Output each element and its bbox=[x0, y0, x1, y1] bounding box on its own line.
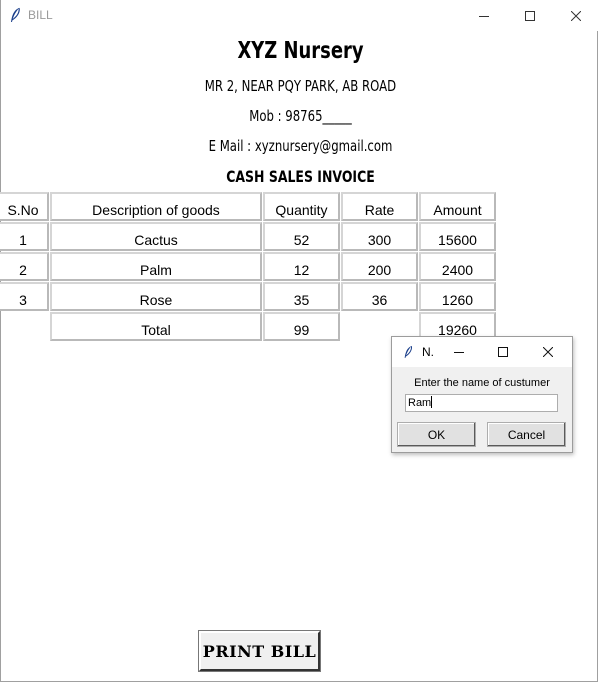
maximize-button[interactable] bbox=[507, 0, 553, 31]
header-sno: S.No bbox=[0, 192, 49, 221]
row2-amount: 2400 bbox=[419, 252, 496, 281]
total-quantity: 99 bbox=[263, 312, 340, 341]
dialog-prompt: Enter the name of custumer bbox=[414, 377, 550, 389]
dialog-title: N. bbox=[422, 345, 434, 359]
dialog-title-bar[interactable]: N. bbox=[392, 337, 572, 367]
dialog-maximize-button[interactable] bbox=[481, 337, 525, 367]
customer-name-value: Ram bbox=[408, 397, 432, 409]
row1-description: Cactus bbox=[50, 222, 262, 251]
feather-icon bbox=[11, 7, 20, 22]
text-caret bbox=[431, 396, 433, 408]
header-quantity: Quantity bbox=[263, 192, 340, 221]
customer-name-dialog: N. Enter the name of custumer Ram OK Can… bbox=[391, 336, 573, 453]
maximize-icon bbox=[498, 347, 508, 357]
row3-description: Rose bbox=[50, 282, 262, 311]
minimize-button[interactable] bbox=[461, 0, 507, 31]
close-button[interactable] bbox=[553, 0, 599, 31]
shop-mobile: Mob : 98765_____ bbox=[249, 107, 352, 125]
print-bill-button[interactable]: PRINT BILL bbox=[198, 630, 321, 672]
customer-name-input[interactable]: Ram bbox=[405, 394, 558, 412]
shop-email: E Mail : xyznursery@gmail.com bbox=[208, 137, 393, 155]
shop-name: XYZ Nursery bbox=[237, 38, 364, 64]
row3-sno: 3 bbox=[0, 282, 49, 311]
close-icon bbox=[543, 347, 553, 357]
row1-amount: 15600 bbox=[419, 222, 496, 251]
row3-quantity: 35 bbox=[263, 282, 340, 311]
title-bar[interactable]: BILL bbox=[1, 0, 599, 31]
dialog-close-button[interactable] bbox=[526, 337, 570, 367]
header-rate: Rate bbox=[341, 192, 418, 221]
ok-button[interactable]: OK bbox=[397, 422, 476, 447]
row1-rate: 300 bbox=[341, 222, 418, 251]
row1-quantity: 52 bbox=[263, 222, 340, 251]
header-description: Description of goods bbox=[50, 192, 262, 221]
minimize-icon bbox=[479, 15, 489, 17]
close-icon bbox=[571, 10, 581, 21]
cancel-button[interactable]: Cancel bbox=[487, 422, 566, 447]
minimize-icon bbox=[454, 352, 464, 353]
row3-rate: 36 bbox=[341, 282, 418, 311]
maximize-icon bbox=[525, 10, 535, 21]
feather-icon bbox=[404, 346, 412, 358]
window-title: BILL bbox=[28, 8, 53, 22]
dialog-minimize-button[interactable] bbox=[437, 337, 481, 367]
header-amount: Amount bbox=[419, 192, 496, 221]
shop-address: MR 2, NEAR PQY PARK, AB ROAD bbox=[204, 77, 397, 95]
total-label: Total bbox=[50, 312, 262, 341]
row2-quantity: 12 bbox=[263, 252, 340, 281]
row1-sno: 1 bbox=[0, 222, 49, 251]
row2-rate: 200 bbox=[341, 252, 418, 281]
row3-amount: 1260 bbox=[419, 282, 496, 311]
row2-sno: 2 bbox=[0, 252, 49, 281]
row2-description: Palm bbox=[50, 252, 262, 281]
invoice-title: CASH SALES INVOICE bbox=[226, 167, 375, 186]
